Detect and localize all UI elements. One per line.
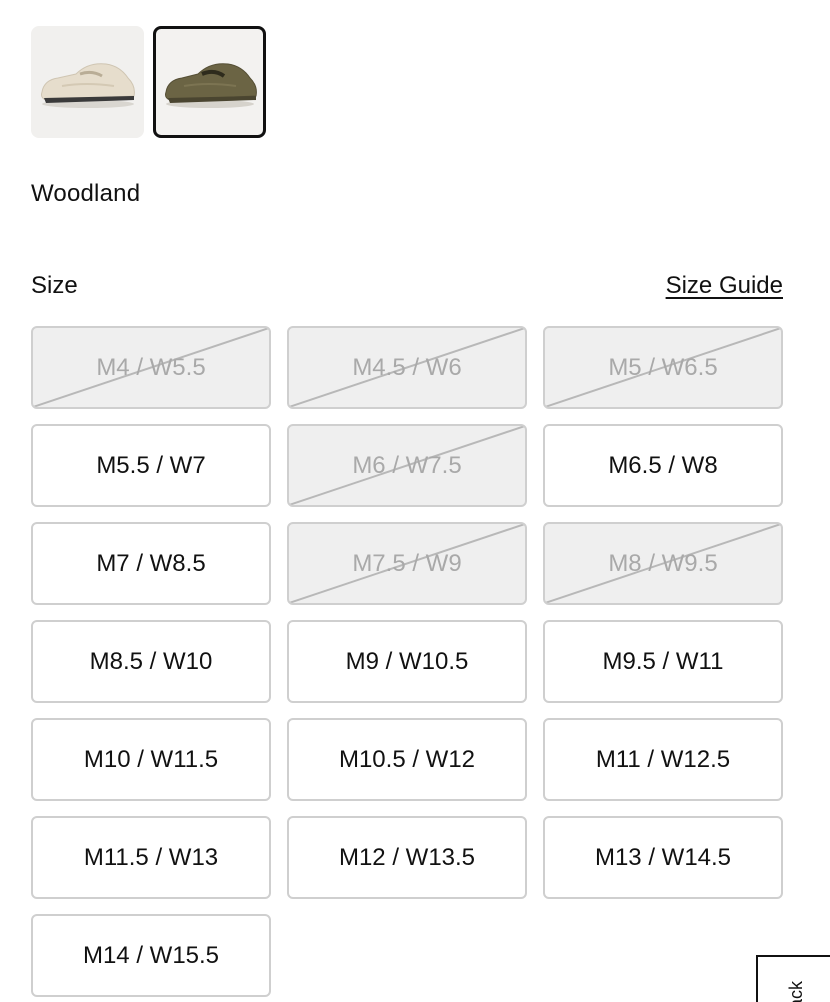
size-option-label: M9.5 / W11 <box>602 647 724 675</box>
size-option-label: M6 / W7.5 <box>352 451 462 479</box>
size-option-label: M10.5 / W12 <box>338 745 476 773</box>
size-option-label: M12 / W13.5 <box>338 843 476 871</box>
size-option-label: M9 / W10.5 <box>345 647 469 675</box>
size-option-label: M8 / W9.5 <box>608 549 718 577</box>
size-option[interactable]: M10 / W11.5 <box>31 718 271 801</box>
size-option-label: M11.5 / W13 <box>83 843 219 871</box>
size-option-unavailable: M6 / W7.5 <box>287 424 527 507</box>
size-guide-link[interactable]: Size Guide <box>666 272 783 300</box>
size-option[interactable]: M13 / W14.5 <box>543 816 783 899</box>
size-option-label: M4.5 / W6 <box>352 353 462 381</box>
size-option[interactable]: M7 / W8.5 <box>31 522 271 605</box>
brown-sneaker-loafer-image <box>164 63 257 108</box>
size-option[interactable]: M8.5 / W10 <box>31 620 271 703</box>
size-option[interactable]: M14 / W15.5 <box>31 914 271 997</box>
product-size-selector-page: Woodland Size Size Guide M4 / W5.5 M4.5 /… <box>0 0 830 1002</box>
size-header: Size Size Guide <box>31 272 783 300</box>
cream-sneaker-loafer-image <box>40 63 135 108</box>
size-option[interactable]: M11.5 / W13 <box>31 816 271 899</box>
size-option[interactable]: M9 / W10.5 <box>287 620 527 703</box>
size-grid: M4 / W5.5 M4.5 / W6 M5 / W6.5 M5.5 / W7 M6 /… <box>31 326 784 997</box>
size-option-unavailable: M4 / W5.5 <box>31 326 271 409</box>
size-option[interactable]: M5.5 / W7 <box>31 424 271 507</box>
size-option[interactable]: M10.5 / W12 <box>287 718 527 801</box>
size-option-label: M8.5 / W10 <box>89 647 213 675</box>
size-option-label: M14 / W15.5 <box>82 941 220 969</box>
size-label: Size <box>31 272 78 299</box>
size-option-unavailable: M8 / W9.5 <box>543 522 783 605</box>
size-option[interactable]: M11 / W12.5 <box>543 718 783 801</box>
feedback-tab-label: ack <box>786 980 806 1002</box>
size-option-label: M5.5 / W7 <box>96 451 206 479</box>
size-option-label: M10 / W11.5 <box>83 745 219 773</box>
feedback-tab[interactable]: ack <box>756 955 830 1002</box>
size-option[interactable]: M9.5 / W11 <box>543 620 783 703</box>
size-option-label: M11 / W12.5 <box>595 745 731 773</box>
selected-color-name: Woodland <box>31 180 141 207</box>
size-option-label: M7.5 / W9 <box>352 549 462 577</box>
size-option-label: M4 / W5.5 <box>96 353 206 381</box>
size-option[interactable]: M6.5 / W8 <box>543 424 783 507</box>
size-option-unavailable: M5 / W6.5 <box>543 326 783 409</box>
size-option-label: M13 / W14.5 <box>594 843 732 871</box>
size-option-label: M7 / W8.5 <box>96 549 206 577</box>
size-option-unavailable: M4.5 / W6 <box>287 326 527 409</box>
color-swatches <box>31 26 266 138</box>
swatch-woodland[interactable] <box>153 26 266 138</box>
swatch-cream[interactable] <box>31 26 144 138</box>
size-option-unavailable: M7.5 / W9 <box>287 522 527 605</box>
size-option[interactable]: M12 / W13.5 <box>287 816 527 899</box>
size-option-label: M5 / W6.5 <box>608 353 718 381</box>
size-option-label: M6.5 / W8 <box>608 451 718 479</box>
